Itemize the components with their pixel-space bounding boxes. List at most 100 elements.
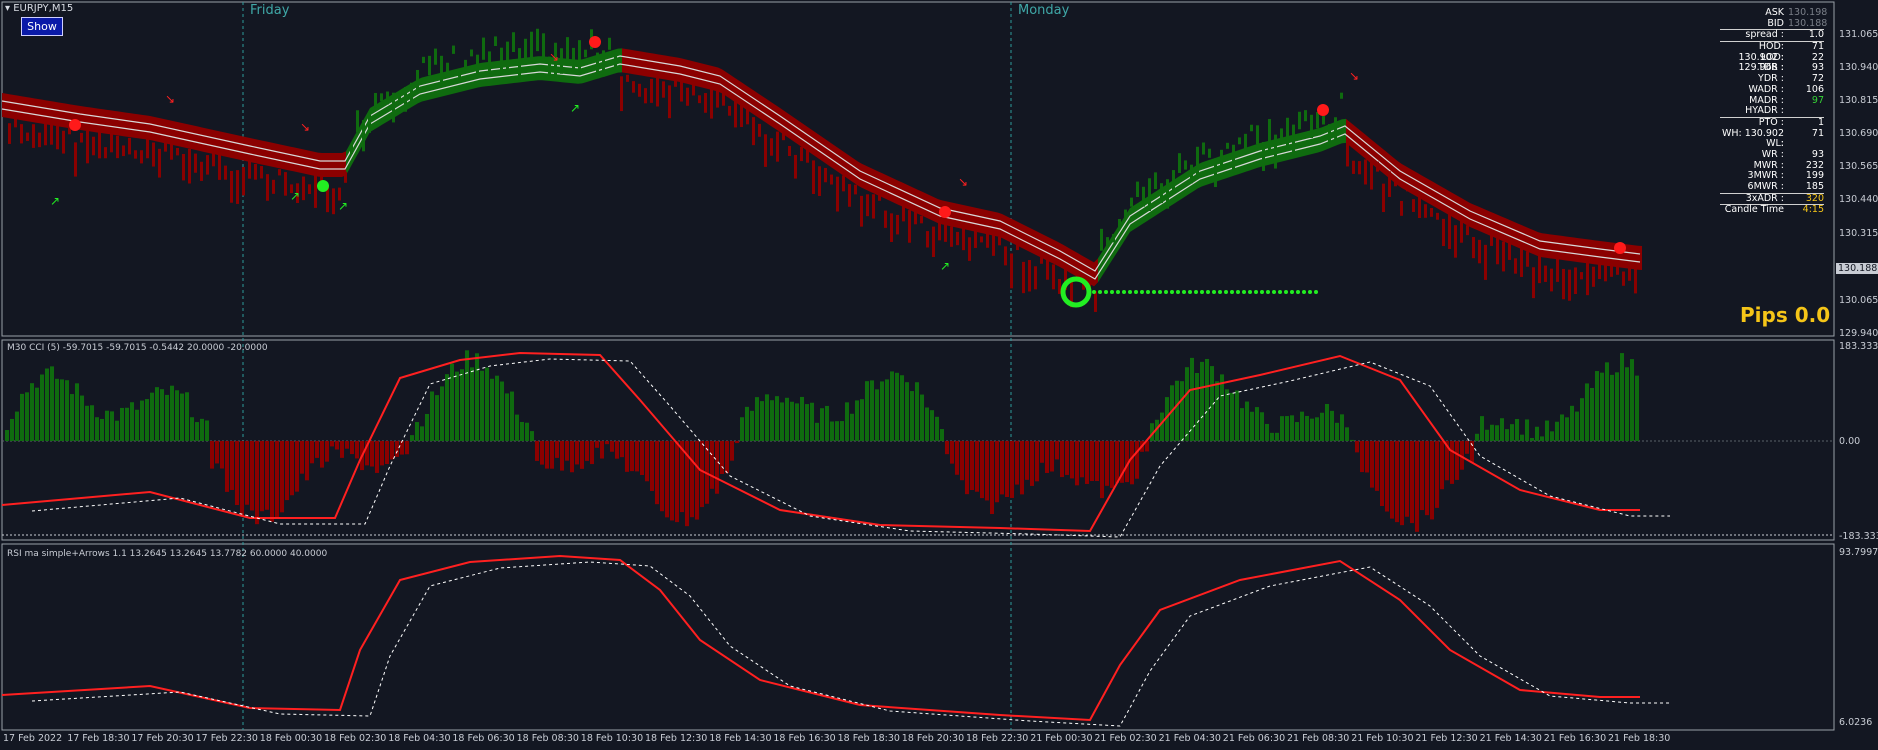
band-segment <box>1138 200 1142 227</box>
candle <box>152 142 155 167</box>
cci-bar <box>915 382 919 441</box>
cci-bar <box>1385 441 1389 512</box>
band-segment <box>586 57 590 83</box>
candle <box>626 74 629 82</box>
candle <box>1442 218 1445 247</box>
candle <box>830 174 833 185</box>
cci-bar <box>625 441 629 472</box>
dotted-level <box>1260 290 1264 294</box>
time-label: 18 Feb 04:30 <box>388 733 451 744</box>
cci-bar <box>870 380 874 441</box>
cci-bar <box>1370 441 1374 488</box>
dotted-level <box>1158 290 1162 294</box>
band-segment <box>1410 168 1414 195</box>
candle <box>1388 171 1391 197</box>
cci-bar <box>1000 441 1004 495</box>
cci-bar <box>385 441 389 465</box>
cci-bar <box>1605 362 1609 441</box>
candle <box>824 167 827 183</box>
band-segment <box>62 103 66 128</box>
cci-bar <box>865 381 869 441</box>
band-segment <box>606 51 610 77</box>
band-segment <box>754 90 758 118</box>
band-segment <box>318 152 322 177</box>
cci-bar <box>835 421 839 441</box>
band-segment <box>1594 240 1598 265</box>
cci-bar <box>1375 441 1379 491</box>
candle <box>302 176 305 201</box>
band-segment <box>1438 184 1442 211</box>
band-segment <box>306 150 310 175</box>
show-button[interactable]: Show <box>21 17 63 36</box>
cci-bar <box>620 441 624 458</box>
dotted-level <box>1248 290 1252 294</box>
band-segment <box>646 52 650 77</box>
cci-bar <box>1290 415 1294 441</box>
cci-bar <box>1410 441 1414 524</box>
candle <box>1256 125 1259 145</box>
candle <box>1352 160 1355 174</box>
band-segment <box>1086 257 1090 285</box>
info-panel: ASK 130.198 BID 130.188 spread :1.0 HOD: 13… <box>1720 7 1827 216</box>
cci-bar <box>20 393 24 441</box>
candle <box>248 156 251 179</box>
cci-bar <box>1485 429 1489 441</box>
candle <box>1340 92 1343 99</box>
band-segment <box>702 63 706 89</box>
candle <box>1136 181 1139 198</box>
band-segment <box>870 167 874 194</box>
time-label: 21 Feb 00:30 <box>1030 733 1093 744</box>
band-segment <box>826 139 830 167</box>
cci-bar <box>995 441 999 503</box>
cci-bar <box>1035 441 1039 482</box>
cci-bar <box>205 420 209 441</box>
candle <box>1250 124 1253 132</box>
sell-arrow-icon: ↘ <box>300 120 310 134</box>
dotted-level <box>1236 290 1240 294</box>
candle <box>482 37 485 60</box>
band-segment <box>1566 236 1570 261</box>
band-segment <box>1358 128 1362 156</box>
candle <box>1622 271 1625 286</box>
candle <box>872 194 875 219</box>
candle <box>236 170 239 204</box>
dotted-level <box>1098 290 1102 294</box>
cci-bar <box>195 422 199 441</box>
cci-bar <box>520 421 524 441</box>
time-label: 17 Feb 22:30 <box>195 733 258 744</box>
chart-canvas[interactable]: ↘ ↘ ↘ ↘ ↘ ↗ ↗ ↗ ↗ ↗ <box>0 0 1878 750</box>
dotted-level <box>1194 290 1198 294</box>
candle <box>422 56 425 64</box>
cci-bar <box>545 441 549 469</box>
cci-bar <box>395 441 399 457</box>
candle <box>80 132 83 143</box>
candle <box>962 227 965 251</box>
cci-bar <box>50 366 54 441</box>
cci-bar <box>810 402 814 441</box>
band-segment <box>1314 128 1318 154</box>
candle <box>170 140 173 160</box>
candle <box>1334 117 1337 139</box>
band-segment <box>858 161 862 188</box>
cci-bar <box>900 375 904 441</box>
cci-bar <box>375 441 379 473</box>
candle <box>764 134 767 167</box>
cci-bar <box>595 441 599 448</box>
candle <box>1538 254 1541 284</box>
cci-bar <box>830 421 834 441</box>
cci-bar <box>1400 441 1404 526</box>
signal-ring <box>1060 276 1092 308</box>
cci-bar <box>940 429 944 441</box>
cci-bar <box>1195 372 1199 441</box>
cci-bar <box>790 401 794 441</box>
dotted-level <box>1146 290 1150 294</box>
cci-bar <box>990 441 994 515</box>
candle <box>104 147 107 159</box>
candle <box>194 153 197 173</box>
cci-bar <box>1595 371 1599 441</box>
band-segment <box>482 62 486 87</box>
band-segment <box>302 149 306 174</box>
cci-bar <box>115 420 119 441</box>
cci-bar <box>1065 441 1069 475</box>
band-segment <box>338 153 342 177</box>
